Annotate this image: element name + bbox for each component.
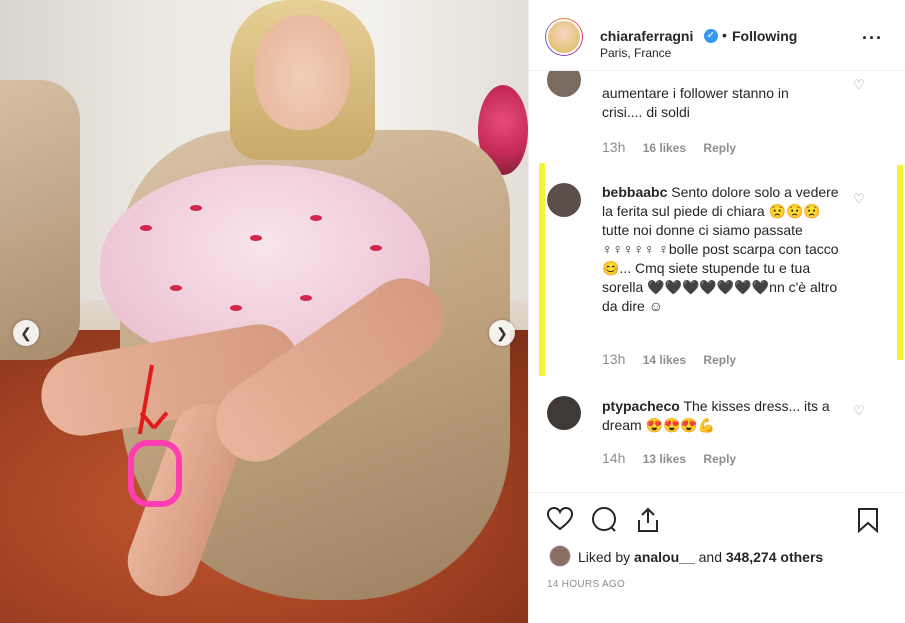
- reply-button[interactable]: Reply: [703, 452, 736, 466]
- dress-lip-print: [370, 245, 382, 251]
- comment-text: bebbaabc Sento dolore solo a vedere la f…: [602, 183, 842, 316]
- comment-like-heart-icon[interactable]: ♡: [853, 403, 865, 419]
- reply-button[interactable]: Reply: [703, 353, 736, 367]
- commenter-avatar[interactable]: [547, 71, 581, 97]
- commenter-avatar[interactable]: [547, 183, 581, 217]
- verified-badge-icon: ✓: [704, 29, 718, 43]
- location-link[interactable]: Paris, France: [600, 46, 671, 60]
- post-photo[interactable]: ❮ ❯: [0, 0, 528, 623]
- profile-username[interactable]: chiaraferragni: [600, 28, 693, 44]
- liked-by-label: Liked by: [578, 549, 631, 565]
- following-button[interactable]: Following: [732, 28, 797, 44]
- commenter-avatar[interactable]: [547, 396, 581, 430]
- liker-avatar[interactable]: [549, 545, 571, 567]
- comments-list[interactable]: aumentare i follower stanno in crisi....…: [529, 71, 905, 491]
- dress-lip-print: [300, 295, 312, 301]
- comment-icon[interactable]: [591, 507, 617, 540]
- profile-avatar[interactable]: [545, 18, 583, 56]
- comment-like-heart-icon[interactable]: ♡: [853, 191, 865, 207]
- comment-likes[interactable]: 14 likes: [643, 353, 686, 367]
- liked-by-summary: Liked by analou__ and 348,274 others: [578, 549, 823, 565]
- post-actions: Liked by analou__ and 348,274 others 14 …: [529, 492, 905, 623]
- chevron-left-icon[interactable]: ❮: [13, 320, 39, 346]
- photo-pink-sandal: [128, 440, 182, 507]
- comment-body: Sento dolore solo a vedere la ferita sul…: [602, 184, 839, 314]
- likes-count[interactable]: 348,274 others: [726, 549, 823, 565]
- post-timestamp[interactable]: 14 HOURS AGO: [547, 579, 625, 590]
- dress-lip-print: [170, 285, 182, 291]
- comment-like-heart-icon[interactable]: ♡: [853, 77, 865, 93]
- comment-time[interactable]: 14h: [602, 450, 625, 466]
- yellow-highlight-mark: [897, 165, 903, 360]
- comment-username[interactable]: bebbaabc: [602, 184, 667, 200]
- photo-face: [255, 15, 350, 130]
- comment-text: ptypacheco The kisses dress... its a dre…: [602, 397, 842, 435]
- dress-lip-print: [230, 305, 242, 311]
- share-icon[interactable]: [636, 507, 660, 540]
- dress-lip-print: [250, 235, 262, 241]
- comment-text: aumentare i follower stanno in crisi....…: [602, 84, 842, 122]
- comment-time[interactable]: 13h: [602, 351, 625, 367]
- comment-username[interactable]: ptypacheco: [602, 398, 680, 414]
- dress-lip-print: [140, 225, 152, 231]
- dress-lip-print: [310, 215, 322, 221]
- reply-button[interactable]: Reply: [703, 141, 736, 155]
- comment-time[interactable]: 13h: [602, 139, 625, 155]
- post-side-panel: chiaraferragni ✓ • Following Paris, Fran…: [528, 0, 905, 623]
- bookmark-icon[interactable]: [857, 507, 879, 540]
- photo-side-chair: [0, 80, 80, 360]
- heart-icon[interactable]: [546, 506, 574, 538]
- comment-meta: 13h 14 likes Reply: [602, 351, 750, 367]
- comment-meta: 14h 13 likes Reply: [602, 450, 750, 466]
- more-options-icon[interactable]: ···: [862, 28, 883, 49]
- liked-by-and: and: [698, 549, 722, 565]
- chevron-right-icon[interactable]: ❯: [489, 320, 515, 346]
- yellow-highlight-mark: [539, 163, 545, 376]
- comment-likes[interactable]: 13 likes: [643, 452, 686, 466]
- comment-text-line: aumentare i follower stanno in: [602, 85, 789, 101]
- liked-by-user[interactable]: analou__: [634, 549, 695, 565]
- separator-dot: •: [722, 27, 727, 43]
- comment-text-line: crisi.... di soldi: [602, 104, 690, 120]
- post-header: chiaraferragni ✓ • Following Paris, Fran…: [529, 0, 905, 71]
- comment-likes[interactable]: 16 likes: [643, 141, 686, 155]
- dress-lip-print: [190, 205, 202, 211]
- comment-meta: 13h 16 likes Reply: [602, 139, 750, 155]
